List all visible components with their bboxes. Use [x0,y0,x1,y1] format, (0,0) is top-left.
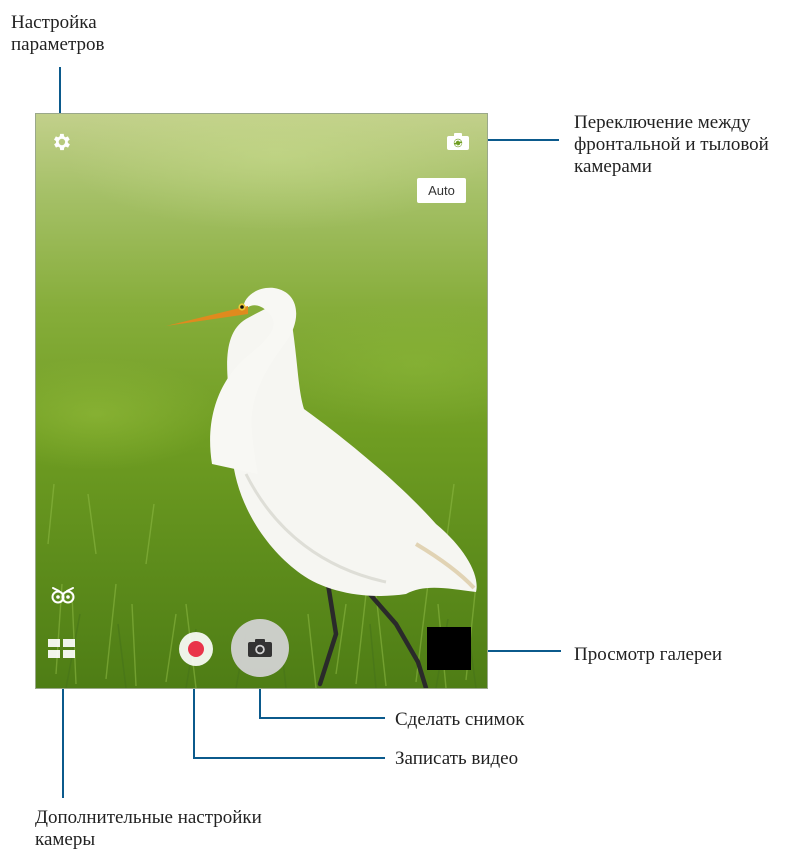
label-extra-settings: Дополнительные настройки камеры [35,807,262,850]
gear-icon[interactable] [50,131,72,153]
label-settings: Настройка параметров [11,12,105,55]
camera-viewfinder[interactable]: Auto [35,113,488,689]
callout-line-record-h [193,757,385,759]
camera-icon [248,639,272,657]
callout-line-take-photo-h [259,717,385,719]
label-take-photo: Сделать снимок [395,709,525,730]
switch-camera-icon[interactable] [445,131,471,153]
take-photo-button[interactable] [231,619,289,677]
gallery-thumbnail[interactable] [427,627,471,670]
owl-icon[interactable] [50,584,76,606]
label-gallery: Просмотр галереи [574,644,723,665]
label-switch-camera: Переключение между фронтальной и тыловой… [574,112,769,177]
record-video-button[interactable] [179,632,213,666]
record-icon [188,641,204,657]
menu-icon[interactable] [47,638,77,660]
label-record-video: Записать видео [395,748,519,769]
mode-auto-button[interactable]: Auto [417,178,466,203]
